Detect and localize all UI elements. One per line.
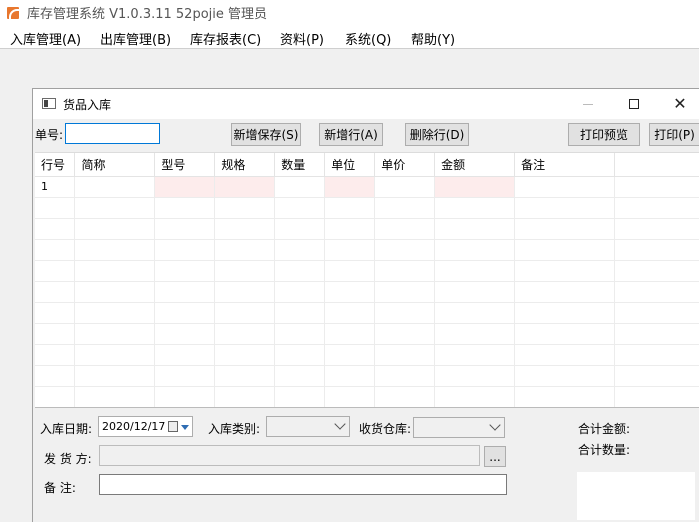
add-row-button[interactable]: 新增行(A) (319, 123, 383, 146)
maximize-icon (629, 99, 639, 109)
warehouse-select[interactable] (413, 417, 505, 438)
col-header-model[interactable]: 型号 (154, 153, 216, 177)
menu-outbound[interactable]: 出库管理(B) (100, 29, 171, 48)
close-button[interactable]: ✕ (657, 89, 699, 119)
save-new-button[interactable]: 新增保存(S) (231, 123, 301, 146)
col-header-spec[interactable]: 规格 (214, 153, 276, 177)
items-grid[interactable]: 行号 简称 型号 规格 数量 单位 单价 金额 备注 1 (35, 152, 699, 408)
cell-blank[interactable] (614, 176, 699, 198)
table-row (35, 218, 699, 240)
print-preview-button[interactable]: 打印预览 (568, 123, 640, 146)
minimize-button[interactable] (565, 89, 611, 119)
date-picker[interactable]: 2020/12/17 (98, 416, 193, 437)
note-label: 备 注: (44, 481, 76, 495)
delete-row-button[interactable]: 删除行(D) (405, 123, 469, 146)
minimize-icon (583, 103, 593, 105)
table-row (35, 260, 699, 282)
menu-system[interactable]: 系统(Q) (345, 29, 391, 48)
cell-short-name[interactable] (74, 176, 156, 198)
col-header-unit-price[interactable]: 单价 (374, 153, 436, 177)
total-quantity-label: 合计数量: (578, 443, 631, 457)
menu-inventory-report[interactable]: 库存报表(C) (190, 29, 261, 48)
total-amount-label: 合计金额: (578, 422, 631, 436)
table-row (35, 281, 699, 303)
goods-inbound-window: 货品入库 ✕ 单号: 新增保存(S) 新增行(A) 删除行(D) 打印预览 打印… (32, 88, 699, 522)
app-title-bar: 库存管理系统 V1.0.3.11 52pojie 管理员 (0, 0, 699, 25)
order-no-input[interactable] (65, 123, 160, 144)
col-header-line-no[interactable]: 行号 (35, 153, 76, 177)
table-row (35, 302, 699, 324)
cell-model[interactable] (154, 176, 216, 198)
cell-quantity[interactable] (274, 176, 326, 198)
date-label: 入库日期: (40, 422, 93, 436)
cell-amount[interactable] (434, 176, 516, 198)
col-header-quantity[interactable]: 数量 (274, 153, 326, 177)
child-title-bar: 货品入库 ✕ (33, 89, 699, 119)
table-row (35, 239, 699, 261)
table-row (35, 344, 699, 366)
order-no-label: 单号: (35, 128, 64, 142)
app-title: 库存管理系统 V1.0.3.11 52pojie 管理员 (27, 7, 268, 22)
chevron-down-icon (334, 418, 346, 430)
col-header-blank (614, 153, 699, 177)
note-input[interactable] (99, 474, 507, 495)
menu-help[interactable]: 帮助(Y) (411, 29, 455, 48)
cell-remark[interactable] (514, 176, 615, 198)
grid-header-row: 行号 简称 型号 规格 数量 单位 单价 金额 备注 (35, 153, 699, 177)
table-row[interactable]: 1 (35, 176, 699, 198)
supplier-input[interactable] (99, 445, 480, 466)
inbound-type-label: 入库类别: (208, 422, 261, 436)
calendar-icon (168, 421, 178, 432)
rss-app-icon (7, 6, 19, 19)
menu-inbound[interactable]: 入库管理(A) (10, 29, 81, 48)
supplier-label: 发 货 方: (44, 452, 92, 466)
cell-unit[interactable] (324, 176, 376, 198)
dropdown-arrow-icon (181, 425, 189, 430)
chevron-down-icon (489, 419, 501, 431)
inbound-type-select[interactable] (266, 416, 350, 437)
table-row (35, 365, 699, 387)
col-header-amount[interactable]: 金额 (434, 153, 516, 177)
browse-supplier-button[interactable]: ... (484, 446, 506, 467)
window-icon (42, 98, 56, 109)
table-row (35, 197, 699, 219)
warehouse-label: 收货仓库: (359, 422, 412, 436)
date-value: 2020/12/17 (102, 420, 166, 433)
menu-data[interactable]: 资料(P) (280, 29, 324, 48)
table-row (35, 386, 699, 407)
maximize-button[interactable] (611, 89, 657, 119)
col-header-short-name[interactable]: 简称 (74, 153, 156, 177)
close-icon: ✕ (673, 94, 687, 113)
child-title: 货品入库 (63, 98, 112, 112)
cell-line-no[interactable]: 1 (35, 176, 76, 198)
cell-unit-price[interactable] (374, 176, 436, 198)
summary-panel (577, 472, 695, 520)
menubar: 入库管理(A) 出库管理(B) 库存报表(C) 资料(P) 系统(Q) 帮助(Y… (0, 25, 699, 49)
table-row (35, 323, 699, 345)
col-header-unit[interactable]: 单位 (324, 153, 376, 177)
cell-spec[interactable] (214, 176, 276, 198)
col-header-remark[interactable]: 备注 (514, 153, 615, 177)
print-button[interactable]: 打印(P) (649, 123, 699, 146)
